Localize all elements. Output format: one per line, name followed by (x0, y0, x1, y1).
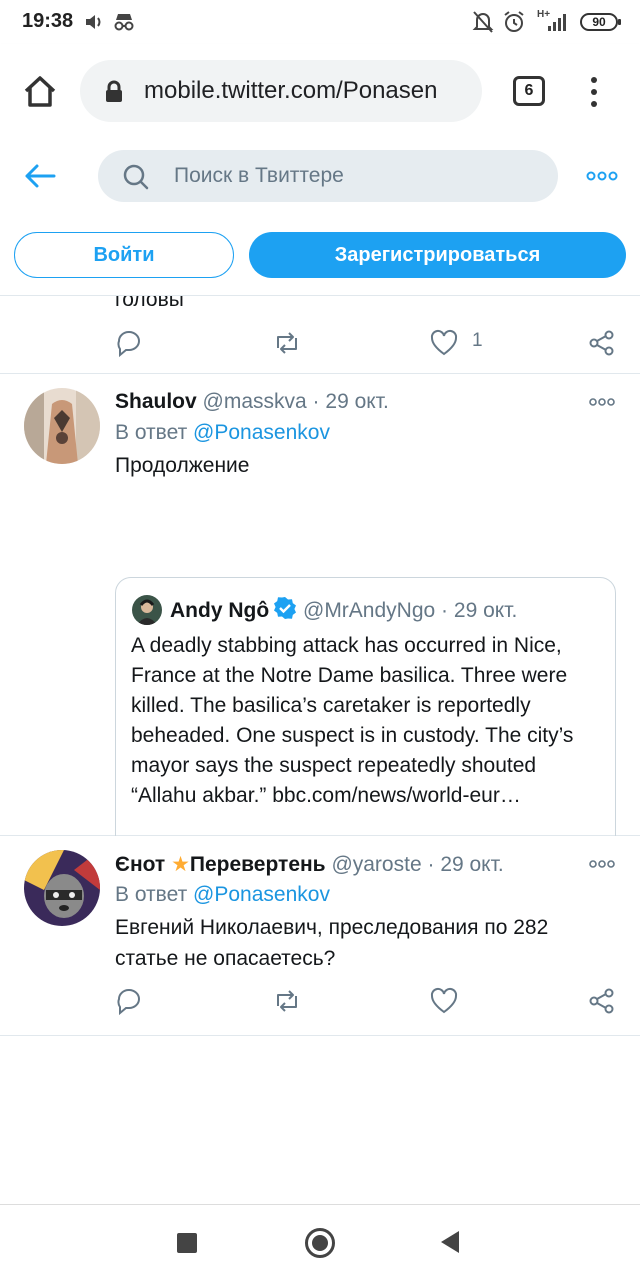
separator-dot: · (427, 853, 435, 876)
author-name[interactable]: Shaulov (115, 390, 197, 413)
tweet-text: головы (115, 296, 184, 311)
back-triangle-icon[interactable] (441, 1231, 459, 1253)
tweet-more-icon[interactable] (589, 397, 615, 407)
search-icon (123, 164, 149, 190)
reply-prefix: В ответ (115, 421, 188, 444)
incognito-icon (114, 14, 134, 31)
tweet-yaroste[interactable]: Єнот ★Перевертень @yaroste · 29 окт. В о… (0, 836, 640, 1036)
browser-menu-icon[interactable] (584, 74, 604, 110)
reply-context: В ответ @Ponasenkov (115, 883, 330, 907)
tweet-more-icon[interactable] (589, 859, 615, 869)
status-time: 19:38 (22, 10, 74, 32)
quoted-tweet-text: A deadly stabbing attack has occurred in… (131, 634, 574, 807)
like-icon[interactable] (429, 986, 459, 1016)
author-name-part: Перевертень (189, 853, 326, 876)
login-button[interactable]: Войти (14, 232, 234, 278)
like-icon[interactable] (429, 328, 459, 358)
signup-button[interactable]: Зарегистрироваться (249, 232, 626, 278)
back-arrow-icon[interactable] (22, 162, 58, 190)
tweet-text: Продолжение (115, 454, 250, 477)
reply-mention-link[interactable]: @Ponasenkov (193, 883, 330, 906)
author-name[interactable]: Єнот ★Перевертень (115, 853, 326, 876)
author-handle[interactable]: @masskva (203, 390, 307, 413)
tweet-feed[interactable]: головы 1 Shaulov @masskva · 29 окт. В от… (0, 296, 640, 1036)
avatar-image (24, 388, 100, 464)
home-icon[interactable] (20, 72, 60, 112)
search-input[interactable]: Поиск в Твиттере (98, 150, 558, 202)
avatar-image (24, 850, 100, 926)
alarm-icon (504, 11, 524, 32)
tweet-partial[interactable]: головы 1 (0, 296, 640, 374)
avatar[interactable] (24, 850, 100, 926)
mute-icon (472, 11, 494, 33)
quoted-avatar-image (132, 595, 162, 625)
url-text: mobile.twitter.com/Ponasen (144, 77, 438, 104)
verified-badge-icon (274, 597, 297, 619)
battery-icon: 90 (580, 13, 621, 31)
tweet-actions: 1 (0, 328, 640, 360)
quoted-tweet-date: 29 окт. (453, 599, 518, 622)
quoted-tweet[interactable]: Andy Ngô @MrAndyNgo · 29 окт. A deadly s… (115, 577, 616, 855)
browser-toolbar: mobile.twitter.com/Ponasen 6 (0, 44, 640, 140)
more-options-icon[interactable] (586, 170, 618, 182)
avatar[interactable] (24, 388, 100, 464)
home-circle-icon[interactable] (305, 1228, 335, 1258)
quoted-author-name: Andy Ngô (170, 599, 270, 622)
reply-context: В ответ @Ponasenkov (115, 421, 330, 445)
separator-dot: · (441, 599, 449, 622)
reply-prefix: В ответ (115, 883, 188, 906)
retweet-icon[interactable] (272, 986, 302, 1016)
reply-mention-link[interactable]: @Ponasenkov (193, 421, 330, 444)
recent-apps-icon[interactable] (177, 1233, 197, 1253)
tweet-date[interactable]: 29 окт. (440, 853, 503, 876)
tweet-text: Евгений Николаевич, преследования по 282… (115, 916, 549, 970)
search-placeholder: Поиск в Твиттере (174, 164, 344, 187)
reply-icon[interactable] (115, 328, 145, 358)
status-bar: 19:38 H+ 90 (0, 0, 640, 44)
share-icon[interactable] (587, 986, 617, 1016)
reply-icon[interactable] (115, 986, 145, 1016)
tweet-header: Єнот ★Перевертень @yaroste · 29 окт. (115, 852, 504, 877)
lock-icon (106, 80, 122, 102)
quoted-tweet-header: Andy Ngô @MrAndyNgo · 29 окт. (170, 596, 517, 623)
tweet-header: Shaulov @masskva · 29 окт. (115, 390, 389, 414)
tweet-date[interactable]: 29 окт. (325, 390, 388, 413)
author-handle[interactable]: @yaroste (331, 853, 421, 876)
tab-switcher-button[interactable]: 6 (513, 76, 545, 106)
android-navigation-bar (0, 1204, 640, 1280)
quoted-author-handle: @MrAndyNgo (303, 599, 436, 622)
separator-dot: · (312, 390, 320, 413)
author-name-part: Єнот (115, 853, 166, 876)
volume-icon (86, 15, 101, 29)
tweet-shaulov[interactable]: Shaulov @masskva · 29 окт. В ответ @Pona… (0, 374, 640, 898)
tweet-actions (0, 986, 640, 1018)
address-bar[interactable]: mobile.twitter.com/Ponasen (80, 60, 482, 122)
retweet-icon[interactable] (272, 328, 302, 358)
share-icon[interactable] (587, 328, 617, 358)
signal-icon (548, 14, 566, 31)
star-icon: ★ (171, 853, 190, 876)
like-count: 1 (472, 330, 483, 351)
quoted-avatar (132, 595, 162, 625)
twitter-header: Поиск в Твиттере Войти Зарегистрироватьс… (0, 140, 640, 296)
